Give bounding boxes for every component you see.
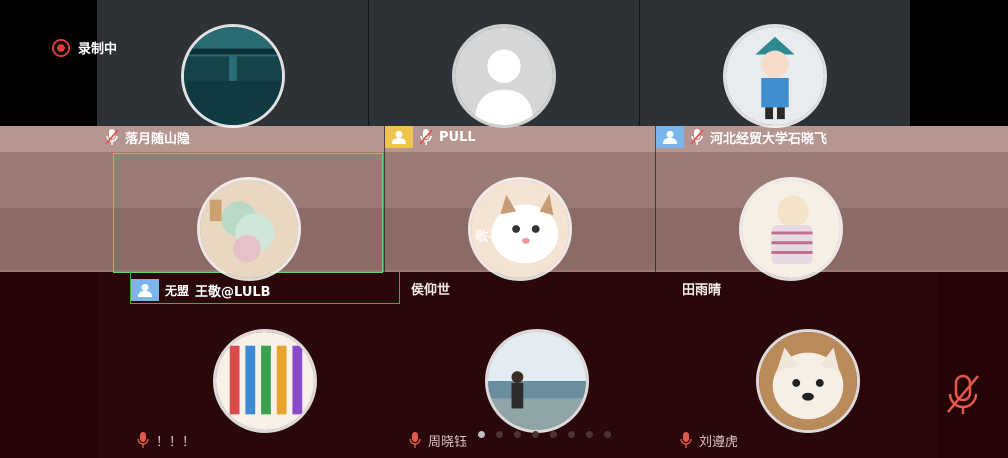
participant-name: 王敬@LULB [195, 284, 271, 300]
avatar [452, 24, 556, 128]
mic-muted-icon [408, 431, 422, 449]
mic-muted-icon [690, 128, 704, 146]
mic-off-icon [947, 374, 979, 414]
participant-name-row: 刘遵虎 [679, 429, 738, 451]
overlay-text: 无盟 [165, 283, 190, 298]
user-tag-icon [131, 279, 159, 301]
participant-name: 落月随山隐 [125, 131, 191, 147]
participant-name-row: 田雨晴 [682, 277, 721, 299]
video-tile[interactable]: 河北经贸大学石晓飞 [640, 0, 910, 150]
user-tag-icon [656, 126, 684, 148]
page-indicator[interactable] [478, 431, 611, 438]
mic-muted-icon [136, 431, 150, 449]
participant-name: ！！！ [156, 434, 196, 450]
mic-muted-icon [105, 128, 119, 146]
page-dot[interactable] [604, 431, 611, 438]
page-dot[interactable] [568, 431, 575, 438]
participant-name-row: PULL [385, 126, 476, 148]
video-tile[interactable]: 落月随山隐 [97, 0, 368, 150]
participant-name: PULL [439, 129, 476, 145]
participant-name-row: 侯仰世 [411, 277, 450, 299]
recording-label: 录制中 [78, 42, 118, 57]
participant-name-row: 落月随山隐 [105, 126, 190, 148]
recording-indicator[interactable]: 录制中 [52, 38, 117, 57]
page-dot[interactable] [550, 431, 557, 438]
page-dot[interactable] [532, 431, 539, 438]
avatar [181, 24, 285, 128]
video-tile[interactable]: 无盟 王敬@LULB [113, 153, 384, 303]
avatar [739, 177, 843, 281]
mute-toggle-button[interactable] [944, 372, 982, 416]
participant-name-row: 河北经贸大学石晓飞 [656, 126, 827, 148]
participant-name-row: 周晓钰 [408, 429, 467, 451]
page-dot[interactable] [586, 431, 593, 438]
avatar [756, 329, 860, 433]
participant-name: 田雨晴 [682, 282, 722, 298]
avatar [197, 177, 301, 281]
avatar: 敬礼 [468, 177, 572, 281]
video-tile[interactable]: 刘遵虎 [673, 305, 943, 455]
page-dot[interactable] [496, 431, 503, 438]
participant-name: 周晓钰 [428, 434, 468, 450]
participant-name: 刘遵虎 [699, 434, 739, 450]
video-tile[interactable]: 田雨晴 [656, 153, 926, 303]
video-tile[interactable]: ！！！ [130, 305, 400, 455]
avatar-caption: 敬礼 [475, 229, 503, 245]
record-icon [52, 38, 70, 57]
video-tile[interactable]: 敬礼 侯仰世 [385, 153, 655, 303]
participant-name-row: ！！！ [136, 429, 195, 451]
avatar [723, 24, 827, 128]
video-tile[interactable]: PULL [369, 0, 639, 150]
participant-name-row: 无盟 王敬@LULB [131, 279, 271, 301]
avatar [213, 329, 317, 433]
mic-muted-icon [679, 431, 693, 449]
user-tag-icon [385, 126, 413, 148]
participant-name: 河北经贸大学石晓飞 [710, 131, 828, 147]
avatar [485, 329, 589, 433]
mic-muted-icon [419, 128, 433, 146]
page-dot[interactable] [514, 431, 521, 438]
page-dot[interactable] [478, 431, 485, 438]
participant-name: 侯仰世 [411, 282, 451, 298]
